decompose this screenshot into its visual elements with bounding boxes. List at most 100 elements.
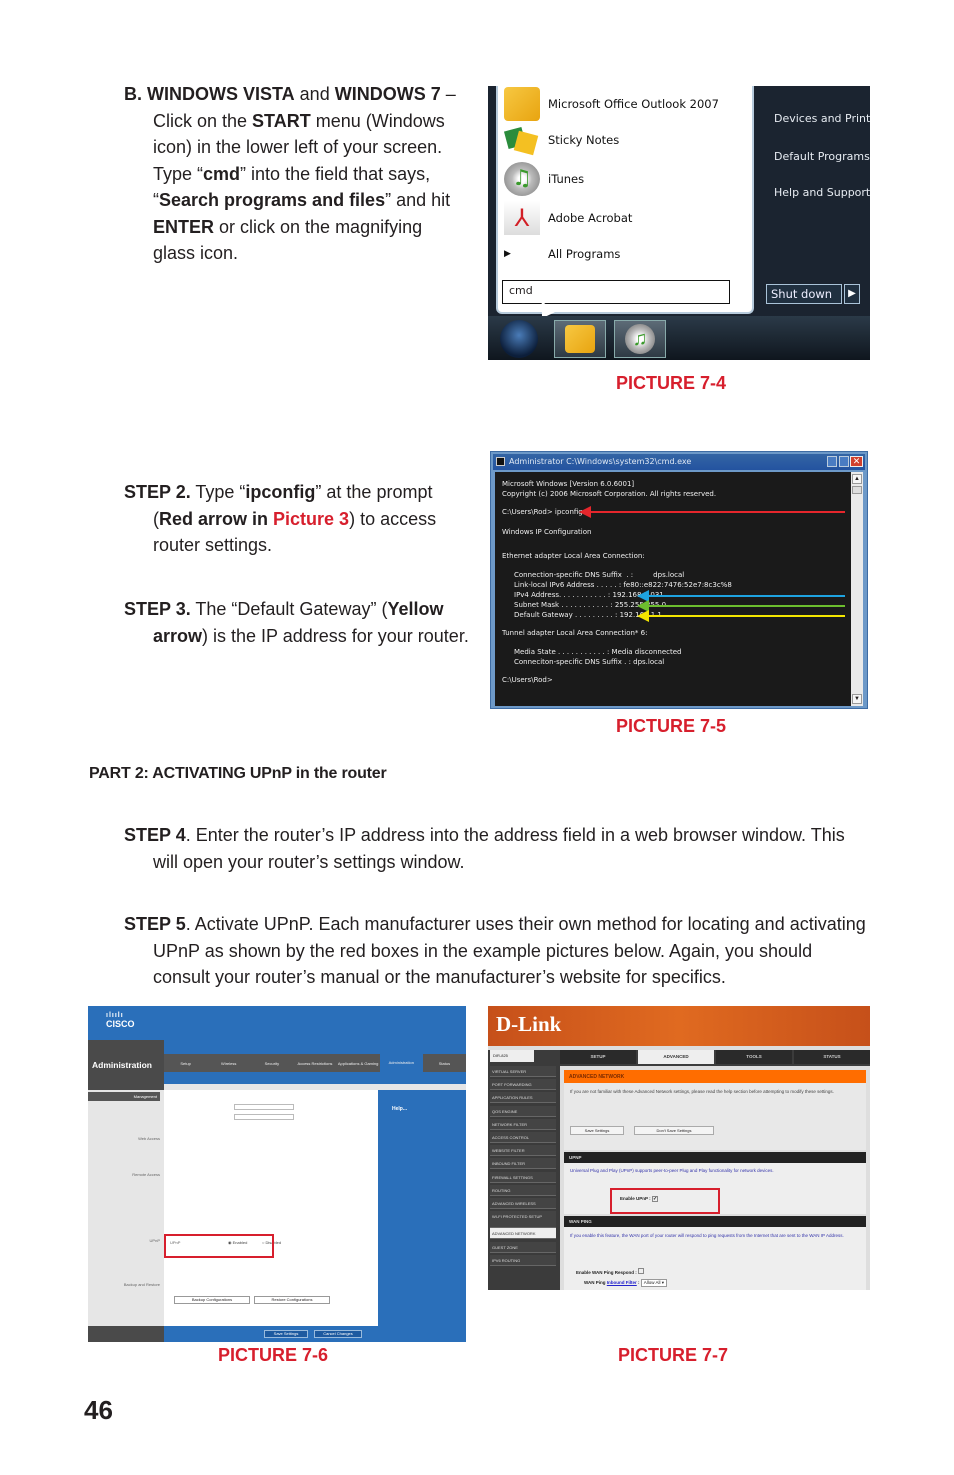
dlink-sidebar-item[interactable]: WEBSITE FILTER	[490, 1145, 556, 1157]
save-settings-button[interactable]: Save Settings	[570, 1126, 624, 1135]
step-label: STEP 3.	[124, 599, 191, 619]
shutdown-options-button[interactable]: ▶	[844, 284, 860, 304]
help-link[interactable]: Help...	[392, 1106, 407, 1112]
router-password-input[interactable]	[234, 1104, 294, 1110]
dlink-sidebar-item[interactable]: QOS ENGINE	[490, 1105, 556, 1117]
dlink-sidebar-item[interactable]: VIRTUAL SERVER	[490, 1066, 556, 1077]
program-outlook[interactable]: Microsoft Office Outlook 2007	[504, 86, 719, 122]
cmd-title: Administrator C:\Windows\system32\cmd.ex…	[509, 457, 692, 466]
menu-default-programs[interactable]: Default Programs	[774, 150, 870, 163]
text: . Activate UPnP. Each manufacturer uses …	[153, 914, 866, 987]
menu-devices-printers[interactable]: Devices and Printers	[774, 112, 870, 125]
cisco-tab[interactable]: Status	[423, 1061, 466, 1066]
all-programs-label: All Programs	[548, 247, 621, 261]
step-label: STEP 5	[124, 914, 186, 934]
cisco-sidebar-item: Web Access	[138, 1136, 160, 1141]
cmd-line: Link-local IPv6 Address . . . . . : fe80…	[514, 581, 732, 589]
wan-ping-filter-row: WAN Ping Inbound Filter : Allow All ▾	[584, 1279, 668, 1287]
text: Red arrow in	[159, 508, 274, 529]
dlink-tab[interactable]: SETUP	[560, 1050, 636, 1064]
close-icon[interactable]: ✕	[850, 456, 863, 467]
cisco-tab[interactable]: Setup	[164, 1061, 207, 1066]
cisco-router-screenshot: ılıılı CISCO Administration Setup Wireles…	[88, 1006, 466, 1342]
windows-start-orb-icon[interactable]	[500, 320, 538, 358]
search-programs-input[interactable]: cmd	[502, 280, 730, 304]
cisco-tab[interactable]: Applications & Gaming	[337, 1061, 380, 1066]
program-adobe-acrobat[interactable]: ⅄ Adobe Acrobat	[504, 200, 632, 236]
section-b-instructions: B. WINDOWS VISTA and WINDOWS 7 – Click o…	[124, 81, 469, 267]
taskbar-itunes-button[interactable]: ♫	[614, 320, 666, 358]
cmd-scrollbar[interactable]: ▲ ▼	[851, 472, 863, 706]
dlink-sidebar-item[interactable]: ADVANCED WIRELESS	[490, 1198, 556, 1209]
reenter-password-input[interactable]	[234, 1114, 294, 1120]
taskbar: ♫	[488, 316, 870, 360]
wan-ping-panel: WAN PING If you enable this feature, the…	[564, 1216, 866, 1290]
cisco-tab[interactable]: Access Restrictions	[293, 1061, 336, 1066]
cisco-sidebar-item: Management	[88, 1092, 160, 1101]
cisco-footer-left	[88, 1326, 164, 1342]
dlink-tab[interactable]: ADVANCED	[638, 1050, 714, 1064]
dlink-tab[interactable]: STATUS	[794, 1050, 870, 1064]
dlink-content: ADVANCED NETWORK If you are not familiar…	[560, 1066, 870, 1290]
yellow-arrow-icon	[637, 610, 845, 622]
backup-config-button[interactable]: Backup Configurations	[174, 1296, 250, 1304]
dlink-sidebar-item[interactable]: IPV6 ROUTING	[490, 1254, 556, 1266]
itunes-icon: ♫	[625, 324, 655, 354]
start-menu-screenshot: Microsoft Office Outlook 2007 Sticky Not…	[488, 86, 870, 360]
menu-help-support[interactable]: Help and Support	[774, 186, 870, 199]
cisco-tab[interactable]: Security	[250, 1061, 293, 1066]
scroll-down-icon[interactable]: ▼	[852, 694, 862, 704]
cmd-line: C:\Users\Rod> ipconfig	[502, 508, 583, 516]
dlink-sidebar-item[interactable]: APPLICATION RULES	[490, 1092, 556, 1104]
sticky-notes-icon	[503, 123, 540, 157]
step-4-text: STEP 4. Enter the router’s IP address in…	[124, 822, 874, 875]
dlink-sidebar-item[interactable]: GUEST ZONE	[490, 1241, 556, 1253]
dlink-sidebar-item[interactable]: FIREWALL SETTINGS	[490, 1171, 556, 1183]
dlink-sidebar-item[interactable]: PORT FORWARDING	[490, 1079, 556, 1091]
cmd-line: Copyright (c) 2006 Microsoft Corporation…	[502, 490, 717, 498]
bold-text: ENTER	[153, 216, 215, 237]
upnp-title: UPNP	[564, 1152, 866, 1163]
itunes-icon: ♫	[504, 162, 540, 196]
dont-save-settings-button[interactable]: Don't Save Settings	[634, 1126, 714, 1135]
program-itunes[interactable]: ♫ iTunes	[504, 161, 584, 197]
wan-ping-description: If you enable this feature, the WAN port…	[570, 1233, 844, 1238]
dlink-sidebar-item[interactable]: INBOUND FILTER	[490, 1158, 556, 1170]
minimize-icon[interactable]	[827, 456, 837, 467]
dlink-sidebar-item[interactable]: ROUTING	[490, 1184, 556, 1196]
bold-text: cmd	[203, 163, 241, 184]
page-number: 46	[84, 1395, 113, 1425]
maximize-icon[interactable]	[839, 456, 849, 467]
program-sticky-notes[interactable]: Sticky Notes	[503, 122, 619, 158]
dlink-tab[interactable]: TOOLS	[716, 1050, 792, 1064]
dlink-sidebar-item[interactable]: NETWORK FILTER	[490, 1118, 556, 1130]
panel: ADVANCED NETWORK If you are not familiar…	[564, 1070, 866, 1150]
caption-picture-7-4: PICTURE 7-4	[616, 373, 727, 393]
caption-picture-7-6: PICTURE 7-6	[218, 1345, 329, 1365]
scroll-up-icon[interactable]: ▲	[852, 474, 862, 484]
wan-ping-checkbox[interactable]	[638, 1268, 645, 1274]
text: . Enter the router’s IP address into the…	[153, 825, 845, 872]
scroll-thumb[interactable]	[852, 486, 862, 494]
taskbar-outlook-button[interactable]	[554, 320, 606, 358]
dlink-sidebar-item[interactable]: ACCESS CONTROL	[490, 1132, 556, 1143]
step-label: STEP 4	[124, 825, 186, 845]
save-settings-button[interactable]: Save Settings	[264, 1330, 308, 1338]
cmd-line: Microsoft Windows [Version 6.0.6001]	[502, 480, 635, 488]
cisco-tab[interactable]: Wireless	[207, 1061, 250, 1066]
inbound-filter-select[interactable]: Allow All ▾	[640, 1279, 668, 1287]
cmd-output: Microsoft Windows [Version 6.0.6001] Cop…	[495, 472, 851, 706]
cmd-line: Media State . . . . . . . . . . . : Medi…	[514, 648, 682, 656]
cisco-tab[interactable]: Administration	[379, 1054, 423, 1072]
cisco-header: ılıılı CISCO	[88, 1006, 466, 1040]
dlink-logo: D-Link	[496, 1012, 562, 1036]
dlink-sidebar-item[interactable]: WI-FI PROTECTED SETUP	[490, 1211, 556, 1229]
caption-picture-7-5: PICTURE 7-5	[616, 716, 727, 736]
restore-config-button[interactable]: Restore Configurations	[254, 1296, 330, 1304]
shutdown-button[interactable]: Shut down	[766, 284, 842, 304]
cmd-line: Conneciton-specific DNS Suffix . : dps.l…	[514, 658, 665, 666]
dlink-sidebar-item[interactable]: ADVANCED NETWORK	[490, 1228, 556, 1240]
cancel-changes-button[interactable]: Cancel Changes	[314, 1330, 362, 1338]
inbound-filter-link[interactable]: Inbound Filter	[607, 1280, 637, 1285]
all-programs-item[interactable]: ▶ All Programs	[504, 236, 620, 272]
